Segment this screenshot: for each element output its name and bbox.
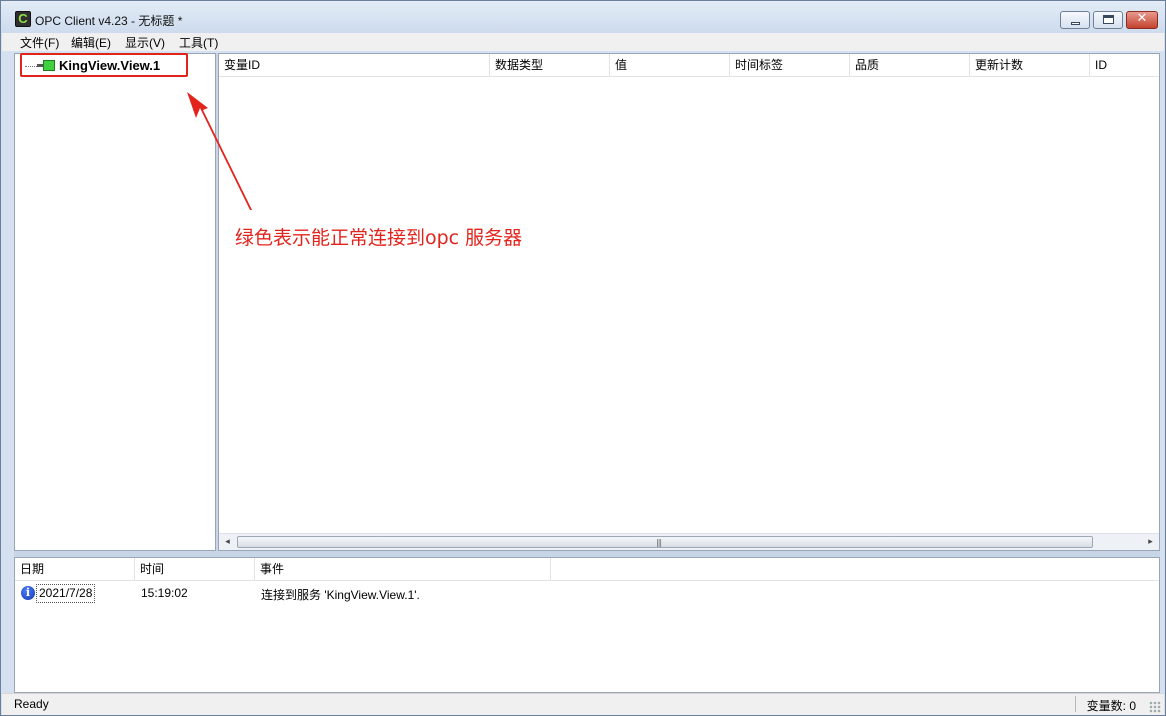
log-event: 连接到服务 'KingView.View.1'. — [261, 588, 420, 602]
column-header[interactable]: 更新计数 — [970, 54, 1090, 77]
menu-bar: 文件(F) 编辑(E) 显示(V) 工具(T) — [2, 33, 1164, 51]
column-header[interactable]: 变量ID — [219, 54, 490, 77]
column-header[interactable]: 值 — [610, 54, 730, 77]
scroll-left-icon[interactable]: ◂ — [219, 534, 236, 550]
title-bar[interactable]: C OPC Client v4.23 - 无标题 * ✕ — [1, 1, 1165, 33]
app-icon: C — [15, 11, 31, 27]
close-icon: ✕ — [1136, 11, 1148, 26]
thumb-grip-icon: ||| — [656, 538, 662, 547]
app-window: C OPC Client v4.23 - 无标题 * ✕ 文件(F) 编辑(E)… — [0, 0, 1166, 716]
items-table-header: 变量ID 数据类型 值 时间标签 品质 更新计数 ID — [219, 54, 1159, 77]
event-log-pane[interactable]: 日期 时间 事件 i 2021/7/28 15:19:02 连接到服务 'Kin… — [14, 557, 1160, 693]
menu-view[interactable]: 显示(V) — [121, 34, 169, 51]
scroll-right-icon[interactable]: ▸ — [1142, 534, 1159, 550]
scrollbar-thumb[interactable]: ||| — [237, 536, 1093, 548]
log-time: 15:19:02 — [141, 586, 188, 600]
menu-edit[interactable]: 编辑(E) — [67, 34, 115, 51]
close-button[interactable]: ✕ — [1126, 11, 1158, 29]
window-title: OPC Client v4.23 - 无标题 * — [35, 14, 183, 28]
variable-count: 变量数: 0 — [1086, 699, 1136, 713]
minimize-icon — [1071, 22, 1080, 25]
items-list-pane[interactable]: 变量ID 数据类型 值 时间标签 品质 更新计数 ID ◂ ||| ▸ — [218, 53, 1160, 551]
column-header[interactable]: ID — [1090, 54, 1159, 77]
menu-tools[interactable]: 工具(T) — [175, 34, 222, 51]
annotation-text: 绿色表示能正常连接到opc 服务器 — [235, 227, 523, 249]
info-icon: i — [21, 586, 35, 600]
column-header[interactable]: 日期 — [15, 558, 135, 581]
menu-file[interactable]: 文件(F) — [16, 34, 63, 51]
log-date: 2021/7/28 — [36, 584, 96, 603]
annotation-highlight-box — [20, 53, 188, 77]
column-header[interactable]: 时间 — [135, 558, 255, 581]
maximize-icon — [1103, 15, 1114, 24]
status-bar: Ready 变量数: 0 — [2, 693, 1164, 715]
column-header[interactable]: 事件 — [255, 558, 551, 581]
minimize-button[interactable] — [1060, 11, 1090, 29]
log-table-header: 日期 时间 事件 — [15, 558, 1159, 581]
horizontal-scrollbar[interactable]: ◂ ||| ▸ — [219, 533, 1159, 550]
column-header[interactable]: 数据类型 — [490, 54, 610, 77]
status-divider — [1075, 696, 1076, 712]
column-header[interactable]: 时间标签 — [730, 54, 850, 77]
server-tree-pane[interactable]: KingView.View.1 — [14, 53, 216, 551]
column-header[interactable]: 品质 — [850, 54, 970, 77]
status-text: Ready — [14, 697, 49, 711]
log-row[interactable]: i 2021/7/28 15:19:02 连接到服务 'KingView.Vie… — [15, 584, 1159, 604]
resize-grip-icon[interactable] — [1149, 701, 1161, 713]
maximize-button[interactable] — [1093, 11, 1123, 29]
